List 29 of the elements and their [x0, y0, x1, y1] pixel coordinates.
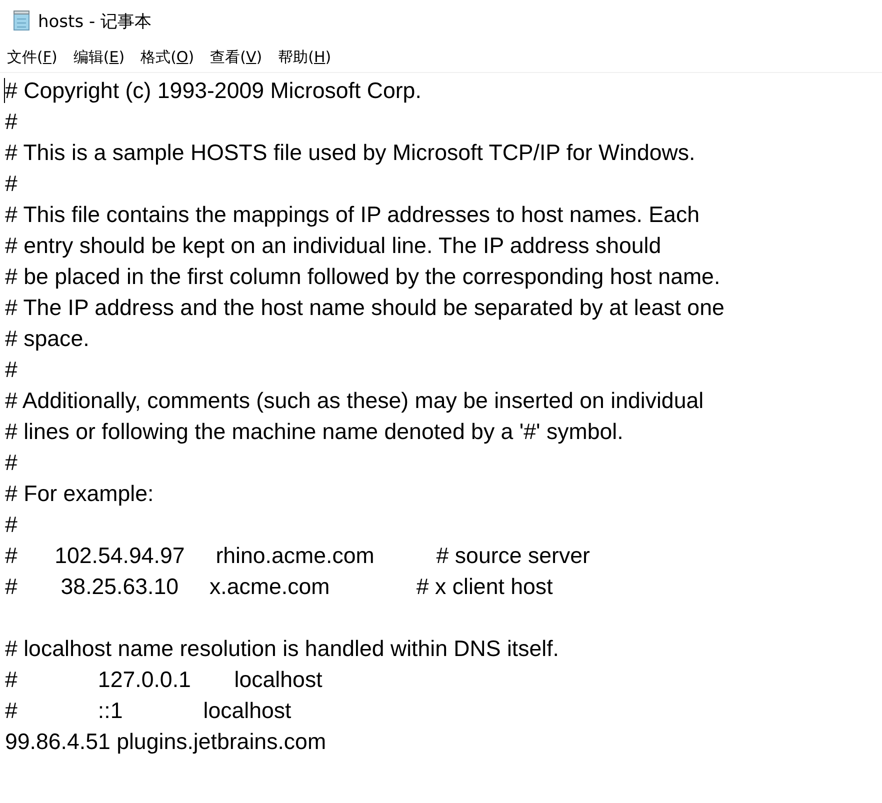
- text-cursor: [4, 78, 5, 103]
- text-line: # The IP address and the host name should be separated by at least one: [5, 294, 724, 322]
- menu-item[interactable]: 格式(O): [140, 48, 196, 66]
- text-line: # lines or following the machine name denoted by a '#' symbol.: [5, 418, 624, 446]
- text-line: # entry should be kept on an individual line. The IP address should: [5, 232, 662, 260]
- menu-item[interactable]: 编辑(E): [72, 48, 126, 66]
- text-line: #: [5, 449, 18, 477]
- menu-item[interactable]: 查看(V): [209, 48, 264, 66]
- notepad-icon: [12, 10, 32, 32]
- text-line: #: [5, 108, 18, 136]
- text-line: # ::1 localhost: [5, 697, 292, 725]
- text-line: #: [5, 511, 18, 539]
- text-line: # This file contains the mappings of IP addresses to host names. Each: [5, 201, 700, 229]
- text-line: # Additionally, comments (such as these) may be inserted on individual: [5, 387, 704, 415]
- text-line: # For example:: [5, 480, 154, 508]
- text-line: # 127.0.0.1 localhost: [5, 666, 322, 694]
- window-title: hosts - 记事本: [38, 10, 152, 32]
- text-line: # localhost name resolution is handled within DNS itself.: [5, 635, 559, 663]
- menu-item[interactable]: 帮助(H): [277, 48, 332, 66]
- text-line: # Copyright (c) 1993-2009 Microsoft Corp.: [5, 77, 422, 105]
- text-line: # This is a sample HOSTS file used by Microsoft TCP/IP for Windows.: [5, 139, 696, 167]
- text-line: # space.: [5, 325, 90, 353]
- text-line: 99.86.4.51 plugins.jetbrains.com: [5, 728, 326, 756]
- menu-item[interactable]: 文件(F): [6, 48, 58, 66]
- text-line: #: [5, 170, 18, 198]
- text-line: #: [5, 356, 18, 384]
- text-line: # 38.25.63.10 x.acme.com # x client host: [5, 573, 553, 601]
- text-line: # be placed in the first column followed by the corresponding host name.: [5, 263, 720, 291]
- text-line: # 102.54.94.97 rhino.acme.com # source server: [5, 542, 590, 570]
